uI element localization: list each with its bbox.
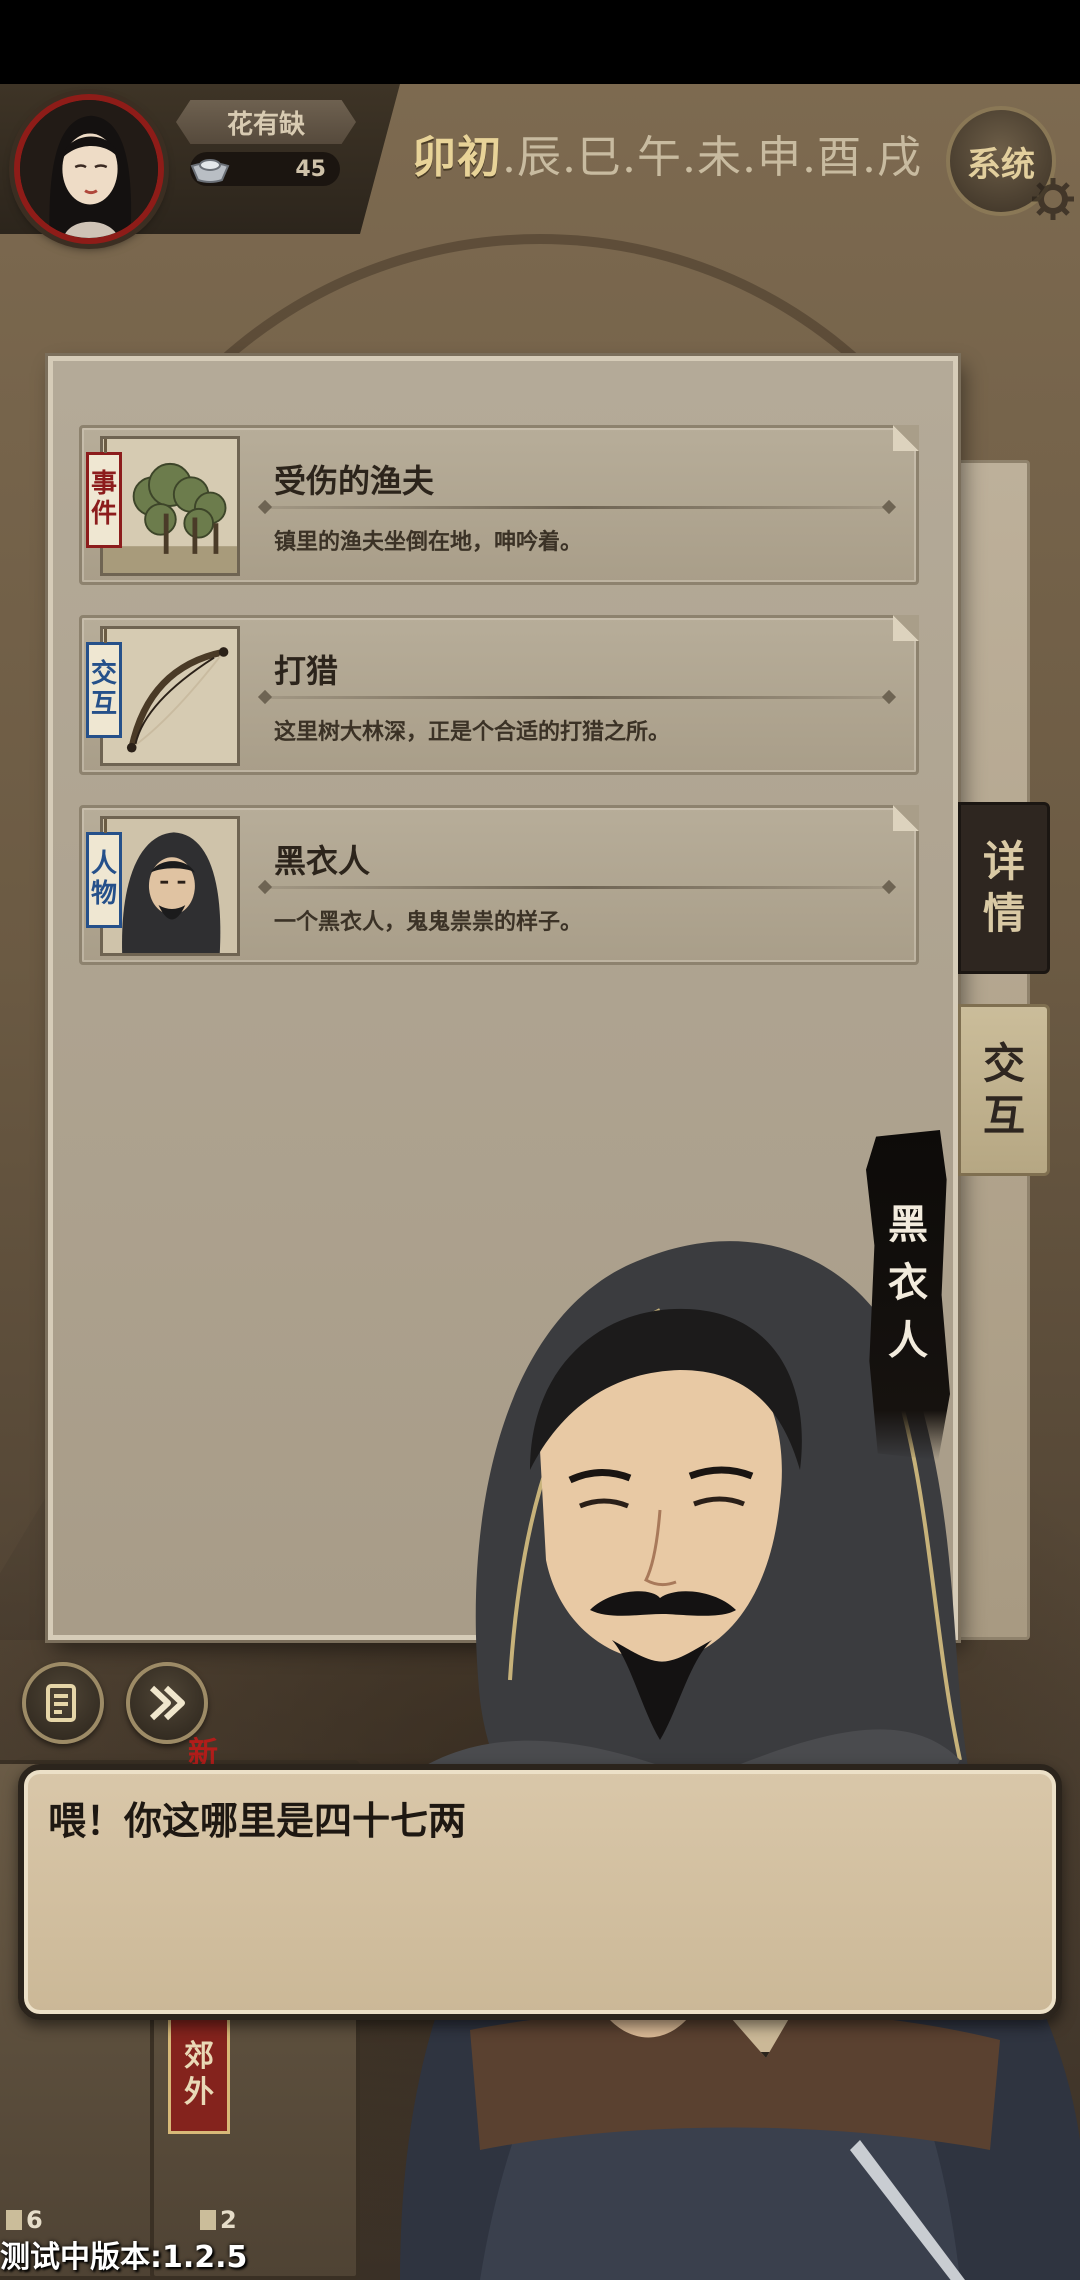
card-title: 打猎 <box>274 652 339 690</box>
tag-char: 事 <box>90 469 117 500</box>
time-period: .戌 <box>862 132 922 183</box>
tag-char: 物 <box>90 879 117 909</box>
card-character-man-in-black[interactable]: 人 物 黑衣人 一个黑衣人，鬼鬼祟祟的样子。 <box>79 805 919 965</box>
top-hud: 花有缺 45 卯初 .辰 .巳 .午 .未 .申 .酉 .戌 系统 <box>0 84 1080 244</box>
count-value: 6 <box>26 2206 43 2234</box>
bottom-count: 2 <box>200 2206 237 2234</box>
tab-char: 互 <box>982 1091 1025 1140</box>
dialog-text: 喂！你这哪里是四十七两 <box>48 1799 467 1843</box>
version-label: 测试中版本:1.2.5 <box>0 2240 248 2275</box>
card-description: 镇里的渔夫坐倒在地，呻吟着。 <box>274 530 583 555</box>
card-event-injured-fisherman[interactable]: 事 件 受伤的渔夫 镇里的渔夫坐倒在地，呻吟着。 <box>79 425 919 585</box>
speaker-name-char: 黑 <box>888 1201 928 1248</box>
time-period: .未 <box>682 132 742 183</box>
bottom-count: 6 <box>6 2206 43 2234</box>
status-bar <box>0 0 1080 84</box>
log-icon <box>46 1684 76 1722</box>
speaker-name-char: 衣 <box>888 1259 928 1306</box>
count-value: 2 <box>220 2206 237 2234</box>
card-tag-character: 人 物 <box>86 819 122 928</box>
dialog-box[interactable]: 喂！你这哪里是四十七两 <box>18 1764 1062 2020</box>
player-name: 花有缺 <box>176 100 356 144</box>
gear-icon <box>1032 178 1074 220</box>
time-period: .巳 <box>562 132 622 183</box>
tag-char: 人 <box>90 849 117 880</box>
tag-char: 件 <box>90 499 117 529</box>
time-period: .午 <box>622 132 682 183</box>
sign-char: 外 <box>184 2075 214 2110</box>
silver-ingot-icon <box>190 159 230 183</box>
time-period: .辰 <box>502 132 562 183</box>
card-title: 黑衣人 <box>274 842 371 880</box>
tab-details[interactable]: 详 情 <box>958 802 1050 974</box>
card-divider <box>264 696 890 699</box>
fast-forward-icon <box>149 1685 185 1721</box>
player-portrait <box>20 100 158 238</box>
speaker-name-char: 人 <box>888 1317 928 1364</box>
location-sign: 郊 外 <box>168 2016 230 2134</box>
card-description: 这里树大林深，正是个合适的打猎之所。 <box>274 720 671 745</box>
card-tag-interact: 交 互 <box>86 629 122 738</box>
time-period: .申 <box>742 132 802 183</box>
time-period-current: 卯初 <box>412 132 502 183</box>
player-avatar[interactable] <box>14 94 164 244</box>
time-period: .酉 <box>802 132 862 183</box>
card-title: 受伤的渔夫 <box>274 462 435 500</box>
speaker-name-banner: 黑 衣 人 <box>866 1130 950 1460</box>
card-description: 一个黑衣人，鬼鬼祟祟的样子。 <box>274 910 583 935</box>
man-in-black-illustration <box>360 1140 1080 2280</box>
card-interact-hunting[interactable]: 交 互 打猎 这里树大林深，正是个合适的打猎之所。 <box>79 615 919 775</box>
figure-icon <box>6 2210 22 2230</box>
tab-char: 情 <box>982 889 1025 938</box>
tag-char: 互 <box>90 689 117 719</box>
card-corner-fold <box>893 615 919 641</box>
book-icon <box>200 2210 216 2230</box>
card-corner-fold <box>893 425 919 451</box>
card-tag-event: 事 件 <box>86 439 122 548</box>
tab-char: 详 <box>982 836 1025 886</box>
tag-char: 交 <box>90 659 117 690</box>
sign-char: 郊 <box>184 2039 214 2074</box>
log-button[interactable] <box>22 1662 104 1744</box>
card-corner-fold <box>893 805 919 831</box>
card-divider <box>264 506 890 509</box>
tab-char: 交 <box>982 1038 1025 1088</box>
card-divider <box>264 886 890 889</box>
time-of-day-bar: 卯初 .辰 .巳 .午 .未 .申 .酉 .戌 <box>412 118 952 188</box>
